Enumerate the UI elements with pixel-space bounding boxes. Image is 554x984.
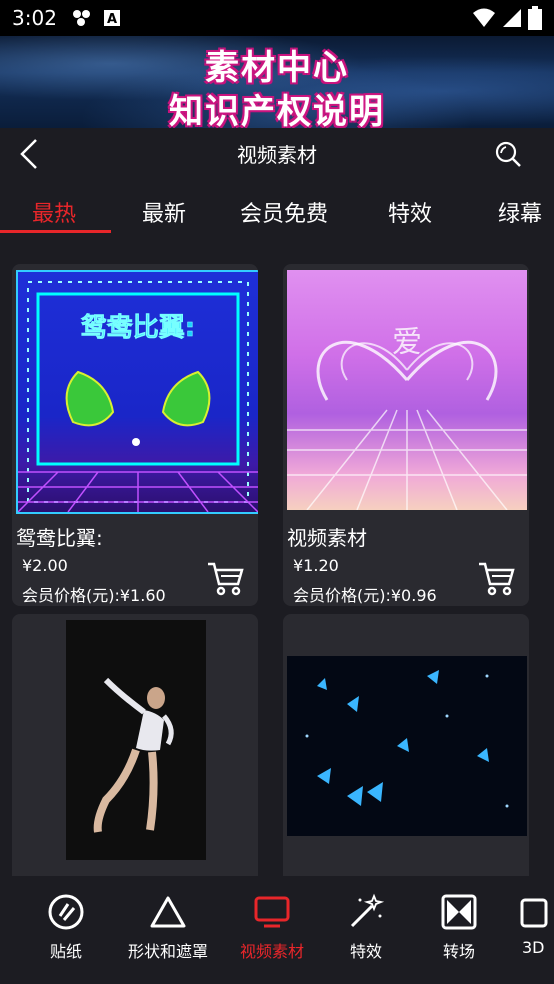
svg-text:A: A [107, 12, 117, 27]
tab-newest[interactable]: 最新 [142, 196, 186, 228]
thumbnail-text: 鸳鸯比翼: [81, 312, 195, 343]
cart-icon[interactable] [206, 558, 246, 598]
bottom-item-3d[interactable]: 3D [488, 892, 554, 957]
banner-subtitle: 知识产权说明 [169, 92, 385, 128]
keyboard-a-icon: A [103, 10, 120, 27]
bottom-item-effects[interactable]: 特效 [316, 892, 416, 962]
battery-icon [528, 6, 542, 30]
notification-icon [72, 10, 90, 26]
material-thumbnail [287, 620, 527, 860]
active-tab-indicator [0, 230, 111, 233]
bottom-item-sticker[interactable]: 贴纸 [16, 892, 116, 962]
status-time: 3:02 [12, 6, 57, 30]
tab-green-screen[interactable]: 绿幕 [498, 196, 542, 228]
material-thumbnail: 爱 [287, 270, 527, 510]
banner-title: 素材中心 [205, 48, 349, 88]
sticker-icon [48, 894, 84, 930]
triangle-icon [150, 896, 186, 928]
material-title: 视频素材 [287, 526, 367, 550]
monitor-icon [254, 896, 290, 928]
material-price: ¥2.00 [22, 556, 68, 575]
member-price: 会员价格(元):¥0.96 [293, 586, 437, 605]
ip-notice-banner[interactable]: 素材中心 知识产权说明 [0, 36, 554, 128]
material-thumbnail: 鸳鸯比翼: [16, 270, 258, 514]
category-tabs: 最热 最新 会员免费 特效 绿幕 [0, 186, 554, 234]
material-title: 鸳鸯比翼: [16, 526, 103, 550]
thumbnail-text: 爱 [392, 325, 422, 360]
page-title: 视频素材 [237, 142, 317, 167]
magic-wand-icon [350, 893, 385, 928]
search-icon[interactable] [494, 140, 522, 168]
material-grid: 鸳鸯比翼: 鸳鸯比翼: ¥2.00 会员价格(元):¥1.60 爱 视频素材 ¥… [0, 264, 554, 876]
material-card[interactable] [12, 614, 258, 876]
cell-signal-icon [503, 9, 521, 27]
back-arrow-icon[interactable] [18, 138, 42, 170]
transition-icon [441, 894, 477, 930]
wifi-icon [473, 8, 495, 27]
material-thumbnail [16, 620, 256, 860]
tab-member-free[interactable]: 会员免费 [240, 196, 328, 228]
material-card[interactable] [283, 614, 529, 876]
cube-icon [520, 898, 548, 928]
bottom-item-video-material[interactable]: 视频素材 [222, 892, 322, 962]
tab-hottest[interactable]: 最热 [32, 196, 76, 228]
material-price: ¥1.20 [293, 556, 339, 575]
material-card[interactable]: 爱 视频素材 ¥1.20 会员价格(元):¥0.96 [283, 264, 529, 606]
status-bar: 3:02 A [0, 0, 554, 36]
bottom-toolbar: 贴纸 形状和遮罩 视频素材 特效 转场 3D [0, 876, 554, 984]
cart-icon[interactable] [477, 558, 517, 598]
member-price: 会员价格(元):¥1.60 [22, 586, 166, 605]
tab-effects[interactable]: 特效 [388, 196, 432, 228]
bottom-item-shapes-masks[interactable]: 形状和遮罩 [118, 892, 218, 962]
top-navbar: 视频素材 [0, 128, 554, 178]
material-card[interactable]: 鸳鸯比翼: 鸳鸯比翼: ¥2.00 会员价格(元):¥1.60 [12, 264, 258, 606]
